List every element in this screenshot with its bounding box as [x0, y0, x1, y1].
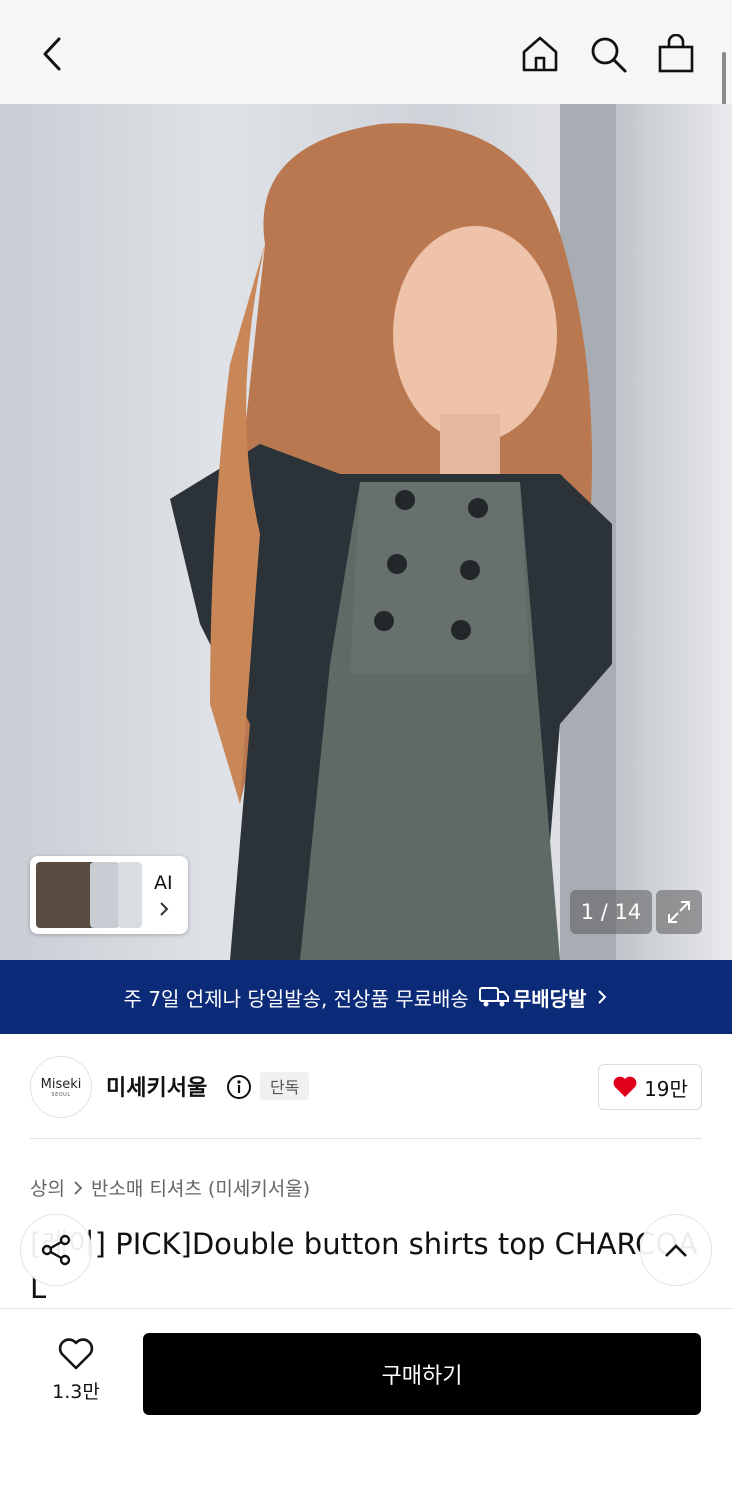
seller-logo-sub: SEOUL [51, 1091, 71, 1098]
top-nav-bar [0, 0, 732, 104]
ai-thumbnail [118, 862, 142, 928]
home-icon [522, 36, 558, 72]
brand-like-count: 19만 [644, 1076, 688, 1101]
image-counter: 1 / 14 [570, 890, 652, 934]
share-button[interactable] [20, 1214, 92, 1286]
back-button[interactable] [26, 28, 78, 80]
banner-brand-label: 무배당발 [512, 986, 587, 1011]
wishlist-count: 1.3만 [52, 1381, 100, 1403]
product-image-carousel[interactable]: AI 1 / 14 [0, 104, 732, 960]
banner-text: 주 7일 언제나 당일발송, 전상품 무료배송 [123, 986, 469, 1011]
banner-brand: 무배당발 [478, 983, 587, 1012]
ai-label: AI [154, 872, 173, 894]
divider [30, 1138, 702, 1139]
expand-icon [668, 901, 690, 923]
shopping-bag-icon [658, 34, 694, 73]
ai-thumbnail [36, 862, 98, 928]
ai-lookbook-chip[interactable]: AI [30, 856, 188, 934]
chevron-up-icon [665, 1244, 687, 1257]
info-icon[interactable] [226, 1074, 252, 1100]
delivery-truck-icon [478, 987, 509, 1007]
shipping-banner[interactable]: 주 7일 언제나 당일발송, 전상품 무료배송 무배당발 [0, 960, 732, 1034]
seller-row: Miseki SEOUL 미세키서울 단독 19만 [0, 1034, 732, 1138]
scroll-top-button[interactable] [640, 1214, 712, 1286]
expand-button[interactable] [656, 890, 702, 934]
breadcrumb-subcategory[interactable]: 반소매 티셔츠 (미세키서울) [91, 1174, 310, 1201]
brand-like-button[interactable]: 19만 [598, 1064, 702, 1110]
search-button[interactable] [582, 28, 634, 80]
buy-button[interactable]: 구매하기 [143, 1333, 701, 1415]
heart-filled-icon [613, 1076, 637, 1097]
breadcrumb: 상의 반소매 티셔츠 (미세키서울) [30, 1174, 310, 1201]
heart-outline-icon [58, 1338, 94, 1370]
ai-thumbnail [90, 862, 120, 928]
cart-button[interactable] [650, 28, 702, 80]
seller-name[interactable]: 미세키서울 [106, 1070, 207, 1102]
chevron-left-icon [43, 37, 61, 71]
seller-logo-text: Miseki [40, 1076, 82, 1092]
seller-logo[interactable]: Miseki SEOUL [30, 1056, 92, 1118]
home-button[interactable] [514, 28, 566, 80]
chevron-right-icon [598, 990, 607, 1004]
share-icon [41, 1234, 71, 1266]
bottom-action-bar: 1.3만 구매하기 [0, 1308, 732, 1501]
exclusive-badge: 단독 [260, 1072, 310, 1100]
breadcrumb-category[interactable]: 상의 [30, 1174, 65, 1201]
chevron-right-icon [160, 902, 169, 916]
search-icon [591, 37, 627, 73]
chevron-right-icon [74, 1180, 83, 1195]
product-photo [170, 104, 616, 960]
product-title: [레이] PICK]Double button shirts top CHARC… [30, 1227, 698, 1305]
wishlist-button[interactable]: 1.3만 [38, 1337, 114, 1404]
